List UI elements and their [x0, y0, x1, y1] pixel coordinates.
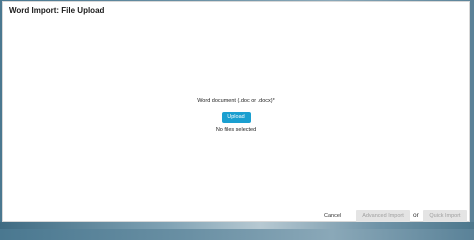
word-document-label: Word document (.doc or .docx)* [197, 98, 275, 104]
dialog-title: Word Import: File Upload [9, 6, 105, 15]
upload-section: Word document (.doc or .docx)* Upload No… [3, 97, 469, 134]
upload-button[interactable]: Upload [221, 112, 251, 123]
word-import-dialog: Word Import: File Upload Word document (… [2, 1, 470, 222]
advanced-import-button[interactable]: Advanced Import [356, 210, 410, 222]
cancel-button[interactable]: Cancel [324, 211, 341, 221]
background-backdrop [0, 222, 474, 229]
file-status-text: No files selected [215, 127, 257, 133]
or-separator: or [413, 212, 419, 219]
dialog-footer: Cancel Advanced Import or Quick Import [3, 210, 469, 222]
quick-import-button[interactable]: Quick Import [423, 210, 467, 222]
